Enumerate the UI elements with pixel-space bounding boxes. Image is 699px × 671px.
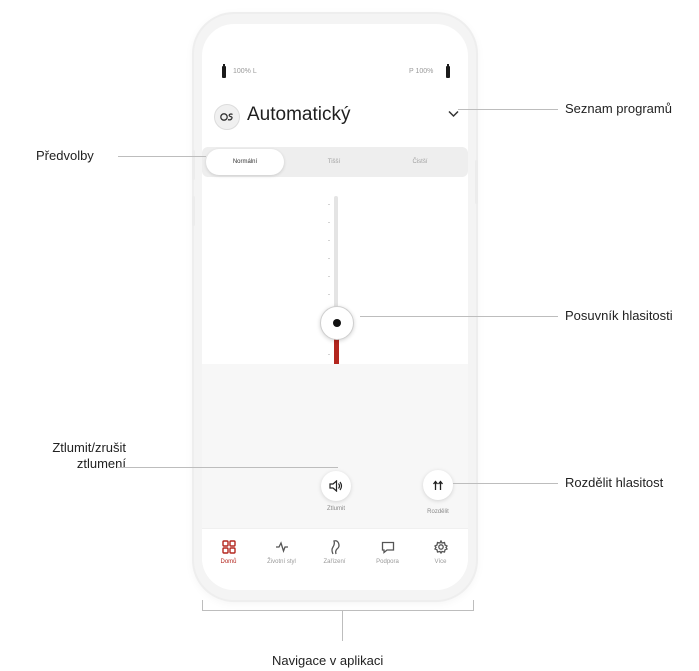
tab-label: Domů (220, 559, 237, 565)
leader-line (360, 316, 558, 317)
callout-volume-slider: Posuvník hlasitosti (565, 308, 673, 323)
split-volume-button[interactable] (423, 470, 453, 500)
tab-label: Podpora (376, 559, 399, 565)
phone-screen: 100% L P 100% Automatický Normální Tišší… (202, 24, 468, 590)
program-title[interactable]: Automatický (247, 104, 350, 126)
preset-normal[interactable]: Normální (206, 149, 284, 175)
leader-line (118, 156, 206, 157)
phone-side-button (192, 150, 195, 180)
callout-split-volume: Rozdělit hlasitost (565, 475, 664, 490)
leader-line (458, 109, 558, 110)
tab-lifestyle[interactable]: Životní styl (255, 539, 308, 565)
bracket-base (202, 610, 474, 611)
bracket-right (473, 600, 474, 610)
leader-line (118, 467, 338, 468)
tab-more[interactable]: Více (414, 539, 467, 565)
volume-track-upper[interactable] (334, 196, 338, 316)
volume-tick (328, 354, 330, 355)
callout-presets: Předvolby (36, 148, 94, 163)
left-battery-status: 100% L (233, 68, 257, 75)
phone-side-button (475, 160, 478, 204)
bracket-left (202, 600, 203, 610)
volume-tick (328, 294, 330, 295)
volume-tick (328, 240, 330, 241)
phone-side-button (192, 196, 195, 226)
program-icon[interactable] (214, 104, 240, 130)
left-battery-icon (222, 64, 226, 78)
preset-clearer[interactable]: Čistší (378, 147, 462, 177)
tab-home[interactable]: Domů (202, 539, 255, 565)
callout-navigation: Navigace v aplikaci (272, 653, 384, 668)
speaker-icon (329, 480, 343, 492)
chat-icon (361, 539, 414, 555)
tab-support[interactable]: Podpora (361, 539, 414, 565)
right-battery-icon (446, 64, 450, 78)
tab-label: Zařízení (323, 559, 346, 565)
gear-icon (414, 539, 467, 555)
bottom-navigation: Domů Životní styl Zařízení Podpora Více (202, 528, 468, 590)
hearing-aid-icon (308, 539, 361, 555)
tab-label: Životní styl (267, 559, 296, 565)
split-volume-label: Rozdělit (427, 509, 449, 515)
mute-button[interactable] (321, 471, 351, 501)
volume-tick (328, 258, 330, 259)
volume-tick (328, 222, 330, 223)
volume-slider-handle[interactable] (320, 306, 354, 340)
mute-label: Ztlumit (327, 506, 345, 512)
preset-quieter[interactable]: Tišší (292, 147, 376, 177)
presets-segmented-control: Normální Tišší Čistší (202, 147, 468, 177)
leader-line (453, 483, 558, 484)
callout-mute: Ztlumit/zrušit ztlumení (52, 440, 126, 471)
volume-tick (328, 276, 330, 277)
tab-label: Více (434, 559, 447, 565)
controls-panel (202, 364, 468, 528)
split-icon (432, 480, 444, 490)
callout-program-list: Seznam programů (565, 101, 672, 116)
right-battery-status: P 100% (409, 68, 434, 75)
volume-tick (328, 204, 330, 205)
activity-icon (255, 539, 308, 555)
bracket-stem (342, 611, 343, 641)
tab-devices[interactable]: Zařízení (308, 539, 361, 565)
grid-icon (202, 539, 255, 555)
